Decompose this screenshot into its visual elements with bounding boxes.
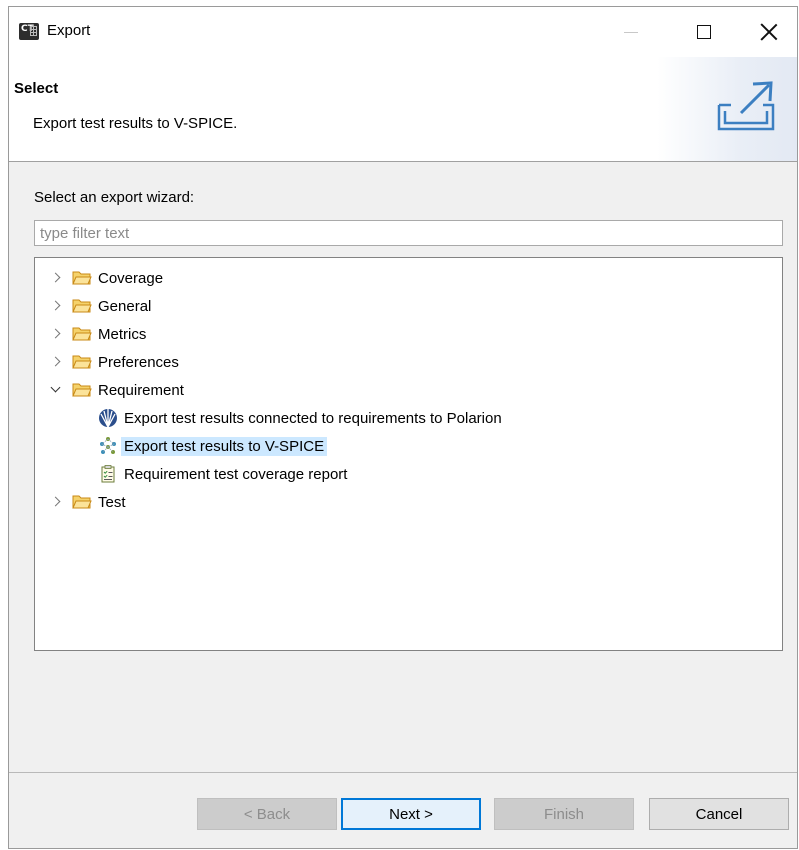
minimize-button[interactable] bbox=[601, 7, 661, 57]
folder-icon bbox=[72, 495, 92, 509]
report-checklist-icon bbox=[101, 465, 115, 483]
tree-item-coverage-report[interactable]: Requirement test coverage report bbox=[98, 461, 347, 487]
tree-item-label: Requirement bbox=[98, 381, 184, 399]
tree-item-label: General bbox=[98, 297, 152, 315]
folder-icon bbox=[72, 327, 92, 341]
tree-item-label: Requirement test coverage report bbox=[124, 465, 348, 483]
cancel-button[interactable]: Cancel bbox=[649, 798, 789, 830]
tree-item-metrics[interactable]: Metrics bbox=[50, 321, 146, 347]
chevron-right-icon[interactable] bbox=[50, 328, 62, 340]
chevron-right-icon[interactable] bbox=[50, 356, 62, 368]
tree-item-label: Export test results connected to require… bbox=[124, 409, 502, 427]
wizard-list-label: Select an export wizard: bbox=[34, 189, 195, 206]
page-description: Export test results to V-SPICE. bbox=[33, 115, 238, 132]
export-dialog: CT Export Select Export test results to … bbox=[8, 6, 798, 849]
tree-item-general[interactable]: General bbox=[50, 293, 151, 319]
chevron-right-icon[interactable] bbox=[50, 272, 62, 284]
chevron-down-icon[interactable] bbox=[50, 384, 62, 396]
tree-item-coverage[interactable]: Coverage bbox=[50, 265, 163, 291]
maximize-icon bbox=[697, 25, 711, 39]
tree-item-requirement[interactable]: Requirement bbox=[50, 377, 184, 403]
wizard-tree[interactable]: Coverage General Metrics Preferences Req… bbox=[34, 257, 783, 651]
folder-icon bbox=[72, 355, 92, 369]
folder-icon bbox=[72, 383, 92, 397]
folder-icon bbox=[72, 299, 92, 313]
tree-item-preferences[interactable]: Preferences bbox=[50, 349, 179, 375]
tree-item-label: Export test results to V-SPICE bbox=[121, 436, 328, 456]
title-bar[interactable]: CT Export bbox=[9, 7, 797, 57]
close-button[interactable] bbox=[739, 7, 797, 57]
app-icon: CT bbox=[19, 23, 39, 40]
tree-item-label: Metrics bbox=[98, 325, 147, 343]
maximize-button[interactable] bbox=[674, 7, 734, 57]
tree-item-label: Preferences bbox=[98, 353, 179, 371]
wizard-header-banner: Select Export test results to V-SPICE. bbox=[9, 57, 797, 162]
page-title: Select bbox=[14, 80, 59, 97]
export-arrow-icon bbox=[717, 81, 775, 131]
footer-divider bbox=[9, 772, 797, 773]
chevron-right-icon[interactable] bbox=[50, 496, 62, 508]
filter-input[interactable] bbox=[34, 220, 783, 246]
back-button[interactable]: < Back bbox=[197, 798, 337, 830]
minimize-icon bbox=[624, 31, 638, 33]
window-title: Export bbox=[47, 22, 91, 39]
tree-item-export-vspice[interactable]: Export test results to V-SPICE bbox=[98, 433, 328, 459]
tree-item-export-polarion[interactable]: Export test results connected to require… bbox=[98, 405, 502, 431]
polarion-icon bbox=[99, 409, 117, 428]
close-icon bbox=[760, 23, 778, 41]
folder-icon bbox=[72, 271, 92, 285]
vspice-icon bbox=[100, 437, 116, 454]
tree-item-test[interactable]: Test bbox=[50, 489, 126, 515]
chevron-right-icon[interactable] bbox=[50, 300, 62, 312]
tree-item-label: Test bbox=[98, 493, 126, 511]
finish-button[interactable]: Finish bbox=[494, 798, 634, 830]
tree-item-label: Coverage bbox=[98, 269, 164, 287]
banner-graphic bbox=[657, 57, 797, 161]
next-button[interactable]: Next > bbox=[341, 798, 481, 830]
